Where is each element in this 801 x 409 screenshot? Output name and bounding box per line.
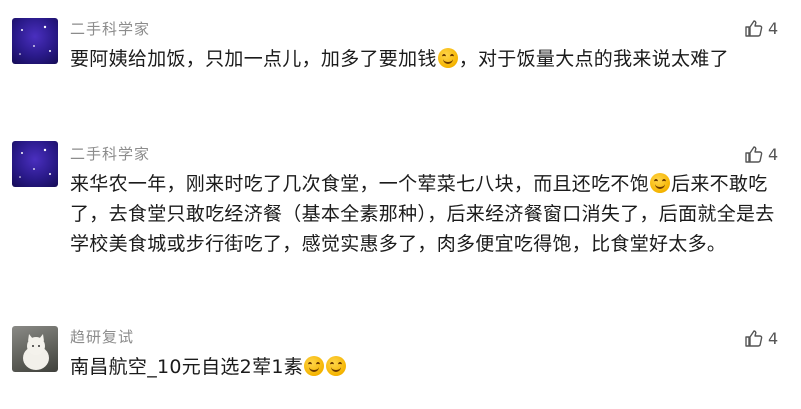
like-button[interactable]: 4 <box>744 144 778 164</box>
comment-text-part: 来华农一年，刚来时吃了几次食堂，一个荤菜七八块，而且还吃不饱 <box>70 173 650 195</box>
comment-text: 要阿姨给加饭，只加一点儿，加多了要加钱 ，对于饭量大点的我来说太难了 <box>70 44 782 74</box>
comment-text-part: 要阿姨给加饭，只加一点儿，加多了要加钱 <box>70 48 437 70</box>
avatar[interactable] <box>12 18 58 64</box>
grin-emoji-icon <box>326 356 347 376</box>
thumbs-up-icon <box>745 146 763 163</box>
comment-text-part: 南昌航空_10元自选2荤1素 <box>70 356 304 378</box>
grin-emoji-icon <box>304 356 325 376</box>
like-button[interactable]: 4 <box>744 328 778 348</box>
comment-text-part: ，对于饭量大点的我来说太难了 <box>458 48 729 70</box>
like-button[interactable]: 4 <box>744 18 778 38</box>
thumbs-up-icon <box>745 330 763 347</box>
avatar[interactable] <box>12 141 58 187</box>
avatar[interactable] <box>12 326 58 372</box>
like-count: 4 <box>768 328 779 348</box>
username[interactable]: 趋研复试 <box>70 326 134 347</box>
username[interactable]: 二手科学家 <box>70 143 150 164</box>
comment-text: 南昌航空_10元自选2荤1素 <box>70 352 782 382</box>
comment-text: 来华农一年，刚来时吃了几次食堂，一个荤菜七八块，而且还吃不饱 后来不敢吃了，去食堂… <box>70 169 782 259</box>
sweat-smile-emoji-icon <box>437 48 458 68</box>
like-count: 4 <box>768 18 779 38</box>
username[interactable]: 二手科学家 <box>70 18 150 39</box>
like-count: 4 <box>768 144 779 164</box>
sweat-smile-emoji-icon <box>650 173 671 193</box>
thumbs-up-icon <box>745 20 763 37</box>
